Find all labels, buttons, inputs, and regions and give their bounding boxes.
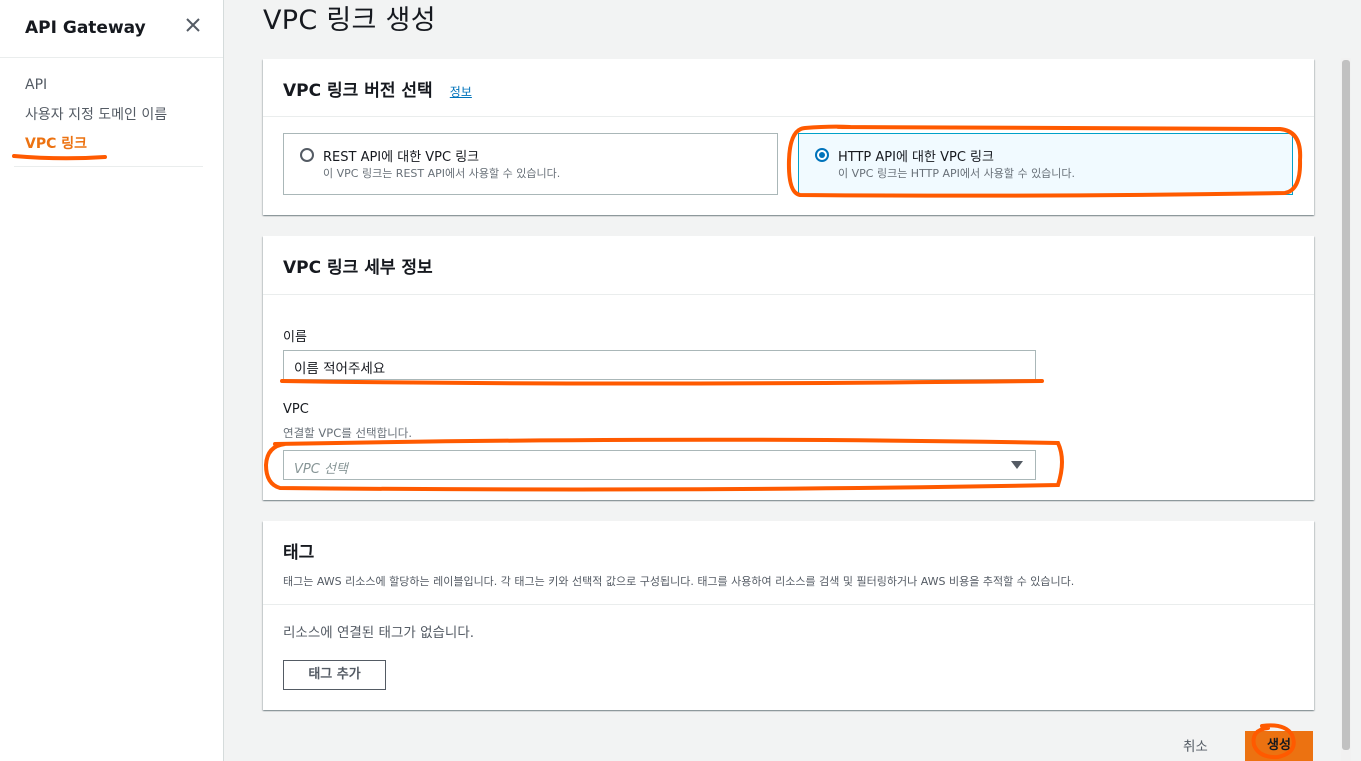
cancel-button[interactable]: 취소	[1183, 735, 1208, 755]
page-title: VPC 링크 생성	[263, 5, 436, 36]
side-navigation: API Gateway API 사용자 지정 도메인 이름 VPC 링크	[0, 0, 224, 761]
tile-description: 이 VPC 링크는 HTTP API에서 사용할 수 있습니다.	[838, 167, 1076, 180]
sidebar-item-vpc-link[interactable]: VPC 링크	[25, 131, 223, 161]
panel-description: 태그는 AWS 리소스에 할당하는 레이블입니다. 각 태그는 키와 선택적 값…	[283, 575, 1075, 588]
main-content: VPC 링크 생성 VPC 링크 버전 선택 정보 REST API에 대한 V…	[224, 0, 1351, 761]
info-link[interactable]: 정보	[450, 85, 472, 99]
name-label: 이름	[283, 330, 307, 345]
sidebar-title: API Gateway	[25, 18, 146, 38]
radio-button[interactable]	[300, 148, 314, 162]
panel-header: VPC 링크 세부 정보	[263, 236, 1314, 295]
sidebar-divider	[14, 165, 203, 167]
vpc-select-placeholder: VPC 선택	[294, 462, 348, 477]
radio-button-selected[interactable]	[815, 148, 829, 162]
panel-title: 태그	[283, 543, 315, 563]
tile-http-api[interactable]: HTTP API에 대한 VPC 링크 이 VPC 링크는 HTTP API에서…	[798, 133, 1293, 195]
tile-label: HTTP API에 대한 VPC 링크	[838, 150, 994, 165]
details-panel: VPC 링크 세부 정보 이름 이름 적어주세요 VPC 연결할 VPC를 선택…	[263, 236, 1314, 500]
sidebar-item-custom-domain[interactable]: 사용자 지정 도메인 이름	[25, 102, 223, 132]
scrollbar[interactable]	[1341, 58, 1351, 761]
add-tag-button[interactable]: 태그 추가	[283, 660, 386, 690]
sidebar-nav: API 사용자 지정 도메인 이름 VPC 링크	[0, 58, 223, 161]
name-input[interactable]: 이름 적어주세요	[283, 350, 1036, 380]
close-icon[interactable]	[182, 14, 204, 36]
vpc-description: 연결할 VPC를 선택합니다.	[283, 426, 413, 440]
caret-down-icon	[1011, 461, 1023, 469]
create-button[interactable]: 생성	[1245, 731, 1313, 761]
tile-label: REST API에 대한 VPC 링크	[323, 150, 480, 165]
tile-description: 이 VPC 링크는 REST API에서 사용할 수 있습니다.	[323, 167, 561, 180]
tile-rest-api[interactable]: REST API에 대한 VPC 링크 이 VPC 링크는 REST API에서…	[283, 133, 778, 195]
tags-panel: 태그 태그는 AWS 리소스에 할당하는 레이블입니다. 각 태그는 키와 선택…	[263, 521, 1314, 710]
empty-tags-message: 리소스에 연결된 태그가 없습니다.	[283, 625, 475, 641]
vpc-select[interactable]: VPC 선택	[283, 450, 1036, 480]
panel-title: VPC 링크 버전 선택	[283, 81, 433, 101]
sidebar-header: API Gateway	[0, 0, 223, 58]
panel-header: 태그 태그는 AWS 리소스에 할당하는 레이블입니다. 각 태그는 키와 선택…	[263, 521, 1314, 605]
scrollbar-thumb[interactable]	[1342, 60, 1350, 750]
vpc-label: VPC	[283, 402, 309, 417]
sidebar-item-api[interactable]: API	[25, 72, 223, 102]
panel-title: VPC 링크 세부 정보	[283, 258, 433, 278]
version-select-panel: VPC 링크 버전 선택 정보 REST API에 대한 VPC 링크 이 VP…	[263, 59, 1314, 215]
panel-header: VPC 링크 버전 선택 정보	[263, 59, 1314, 117]
